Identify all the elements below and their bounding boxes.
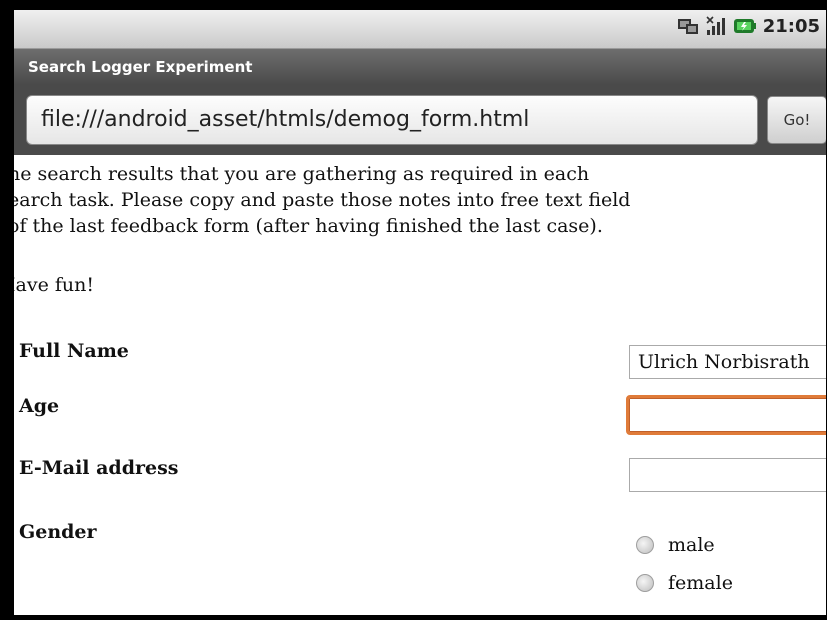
male-radio[interactable] — [636, 536, 654, 554]
male-label: male — [668, 534, 715, 556]
go-button[interactable]: Go! — [767, 96, 826, 144]
app-title: Search Logger Experiment — [14, 49, 826, 85]
browser-toolbar: file:///android_asset/htmls/demog_form.h… — [14, 85, 826, 155]
gender-option-male[interactable]: male — [636, 534, 715, 556]
have-fun-text: Iave fun! — [14, 274, 94, 296]
full-name-label: Full Name — [19, 340, 129, 362]
age-label: Age — [19, 395, 60, 417]
web-content: he search results that you are gathering… — [14, 155, 826, 615]
intro-line: of the last feedback form (after having … — [14, 215, 603, 237]
female-radio[interactable] — [636, 574, 654, 592]
age-field[interactable] — [626, 395, 826, 435]
signal-icon — [705, 15, 727, 37]
email-label: E-Mail address — [19, 457, 179, 479]
network-sync-icon — [677, 15, 699, 37]
battery-icon — [733, 15, 756, 37]
clock: 21:05 — [762, 15, 820, 37]
intro-text: he search results that you are gathering… — [14, 161, 826, 239]
gender-option-female[interactable]: female — [636, 572, 733, 594]
gender-label: Gender — [19, 521, 97, 543]
intro-line: he search results that you are gathering… — [14, 163, 590, 185]
url-input[interactable]: file:///android_asset/htmls/demog_form.h… — [26, 95, 758, 145]
status-bar: 21:05 — [14, 10, 826, 49]
device-screen: 21:05 Search Logger Experiment file:///a… — [14, 10, 826, 615]
intro-line: earch task. Please copy and paste those … — [14, 189, 631, 211]
female-label: female — [668, 572, 733, 594]
full-name-field[interactable]: Ulrich Norbisrath — [629, 345, 826, 379]
email-field[interactable] — [629, 458, 826, 492]
